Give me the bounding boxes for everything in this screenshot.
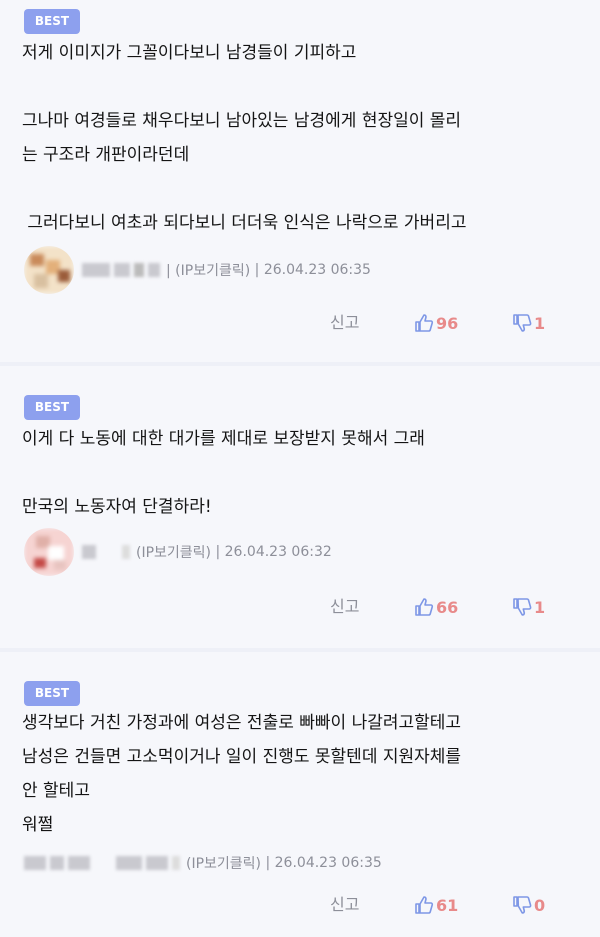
comment-text: 이게 다 노동에 대한 대가를 제대로 보장받지 못해서 그래 만국의 노동자여… — [22, 429, 425, 517]
timestamp: | 26.04.23 06:35 — [261, 855, 382, 871]
comment-actions: 신고 96 1 — [0, 308, 600, 338]
timestamp: | 26.04.23 06:32 — [211, 544, 332, 560]
best-badge: BEST — [24, 681, 80, 706]
thumbs-up-icon — [414, 313, 434, 333]
comment-item: BEST 이게 다 노동에 대한 대가를 제대로 보장받지 못해서 그래 만국의… — [0, 366, 600, 648]
comment-meta: (IP보기클릭) | 26.04.23 06:32 — [24, 528, 332, 576]
ip-view-link[interactable]: (IP보기클릭) — [136, 542, 211, 562]
timestamp-value: 26.04.23 06:35 — [274, 855, 382, 871]
dislike-count: 1 — [534, 597, 546, 617]
like-button[interactable]: 96 — [414, 308, 458, 338]
dislike-button[interactable]: 1 — [512, 592, 545, 622]
comment-actions: 신고 66 1 — [0, 592, 600, 622]
nickname-blurred[interactable] — [24, 856, 180, 870]
best-badge: BEST — [24, 9, 80, 34]
dislike-count: 1 — [534, 313, 546, 333]
comment-meta: (IP보기클릭) | 26.04.23 06:35 — [24, 839, 382, 887]
comment-item: BEST 생각보다 거친 가정과에 여성은 전출로 빠빠이 나갈려고할테고 남성… — [0, 652, 600, 937]
thumbs-up-icon — [414, 895, 434, 915]
thumbs-down-icon — [512, 313, 532, 333]
best-badge: BEST — [24, 395, 80, 420]
comment-item: BEST 저게 이미지가 그꼴이다보니 남경들이 기피하고 그나마 여경들로 채… — [0, 0, 600, 362]
dislike-count: 0 — [534, 895, 546, 915]
avatar[interactable] — [24, 528, 74, 576]
like-count: 61 — [436, 895, 459, 915]
thumbs-up-icon — [414, 597, 434, 617]
comment-text: 저게 이미지가 그꼴이다보니 남경들이 기피하고 그나마 여경들로 채우다보니 … — [22, 43, 467, 233]
comment-text: 생각보다 거친 가정과에 여성은 전출로 빠빠이 나갈려고할테고 남성은 건들면… — [22, 713, 462, 835]
timestamp-value: 26.04.23 06:35 — [263, 262, 371, 278]
avatar[interactable] — [24, 246, 74, 294]
like-button[interactable]: 61 — [414, 890, 458, 920]
dislike-button[interactable]: 0 — [512, 890, 545, 920]
report-button[interactable]: 신고 — [330, 308, 359, 338]
comment-actions: 신고 61 0 — [0, 890, 600, 920]
timestamp-value: 26.04.23 06:32 — [224, 544, 332, 560]
like-count: 96 — [436, 313, 459, 333]
report-button[interactable]: 신고 — [330, 890, 359, 920]
thumbs-down-icon — [512, 597, 532, 617]
ip-view-link[interactable]: | (IP보기클릭) — [166, 260, 250, 280]
report-button[interactable]: 신고 — [330, 592, 359, 622]
ip-label[interactable]: (IP보기클릭) — [136, 545, 211, 561]
ip-label[interactable]: (IP보기클릭) — [175, 263, 250, 279]
like-count: 66 — [436, 597, 459, 617]
thumbs-down-icon — [512, 895, 532, 915]
comment-meta: | (IP보기클릭) | 26.04.23 06:35 — [24, 246, 371, 294]
timestamp: | 26.04.23 06:35 — [250, 262, 371, 278]
ip-label[interactable]: (IP보기클릭) — [186, 856, 261, 872]
like-button[interactable]: 66 — [414, 592, 458, 622]
dislike-button[interactable]: 1 — [512, 308, 545, 338]
nickname-blurred[interactable] — [82, 545, 130, 559]
ip-view-link[interactable]: (IP보기클릭) — [186, 853, 261, 873]
nickname-blurred[interactable] — [82, 263, 160, 277]
